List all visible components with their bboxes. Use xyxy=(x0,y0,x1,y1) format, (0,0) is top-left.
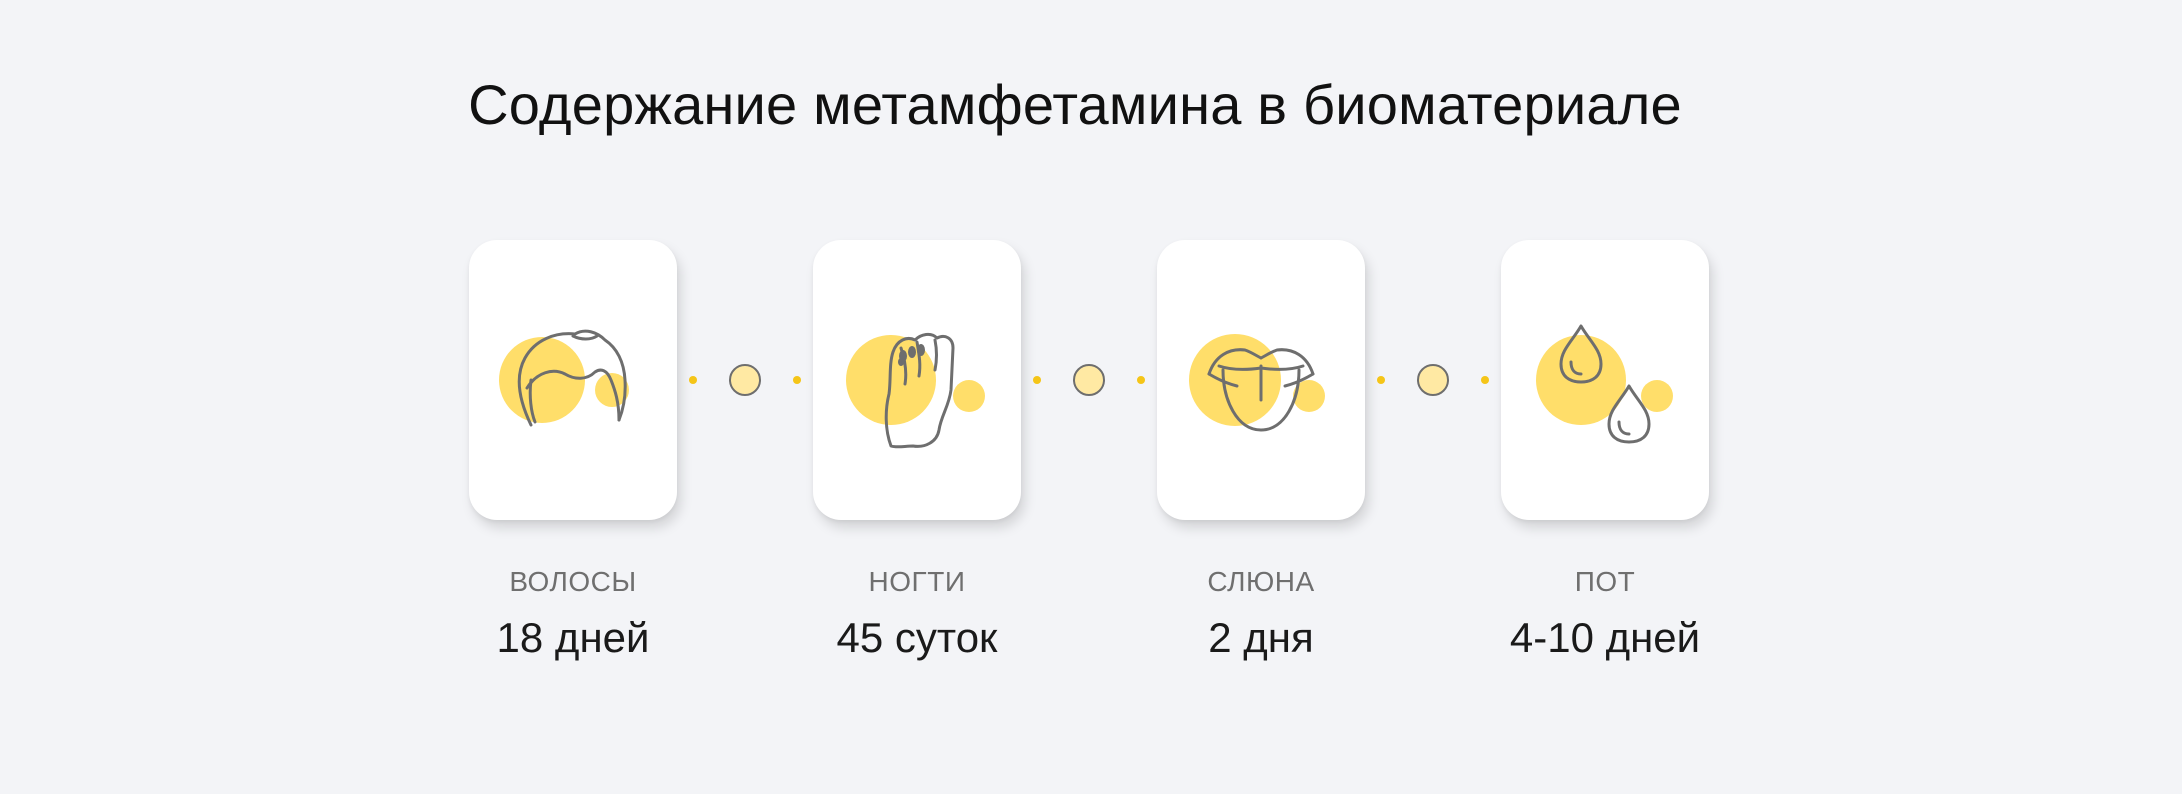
connector-1-2 xyxy=(689,364,801,396)
label-sweat: ПОТ xyxy=(1574,566,1636,597)
value-hair: 18 дней xyxy=(496,614,650,661)
card-nails xyxy=(813,240,1021,520)
card-sweat xyxy=(1501,240,1709,520)
hair-icon xyxy=(499,329,629,427)
connector-node xyxy=(1073,364,1105,396)
connector-dot xyxy=(1033,376,1041,384)
connector-dot xyxy=(1481,376,1489,384)
connector-3-4 xyxy=(1377,364,1489,396)
card-saliva xyxy=(1157,240,1365,520)
value-saliva: 2 дня xyxy=(1208,614,1314,661)
connector-node xyxy=(729,364,761,396)
connector-dot xyxy=(1377,376,1385,384)
connector-node xyxy=(1417,364,1449,396)
tongue-icon xyxy=(1189,334,1325,432)
connector-dot xyxy=(689,376,697,384)
label-nails: НОГТИ xyxy=(868,566,966,597)
label-saliva: СЛЮНА xyxy=(1207,566,1315,597)
connector-dot xyxy=(1137,376,1145,384)
fist-nails-icon xyxy=(846,332,985,449)
page-title: Содержание метамфетамина в биоматериале xyxy=(468,73,1682,136)
connector-2-3 xyxy=(1033,364,1145,396)
label-hair: ВОЛОСЫ xyxy=(509,566,637,597)
connector-dot xyxy=(793,376,801,384)
value-nails: 45 суток xyxy=(836,614,998,661)
sweat-drops-icon xyxy=(1536,324,1673,444)
value-sweat: 4-10 дней xyxy=(1509,614,1701,661)
card-hair xyxy=(469,240,677,520)
